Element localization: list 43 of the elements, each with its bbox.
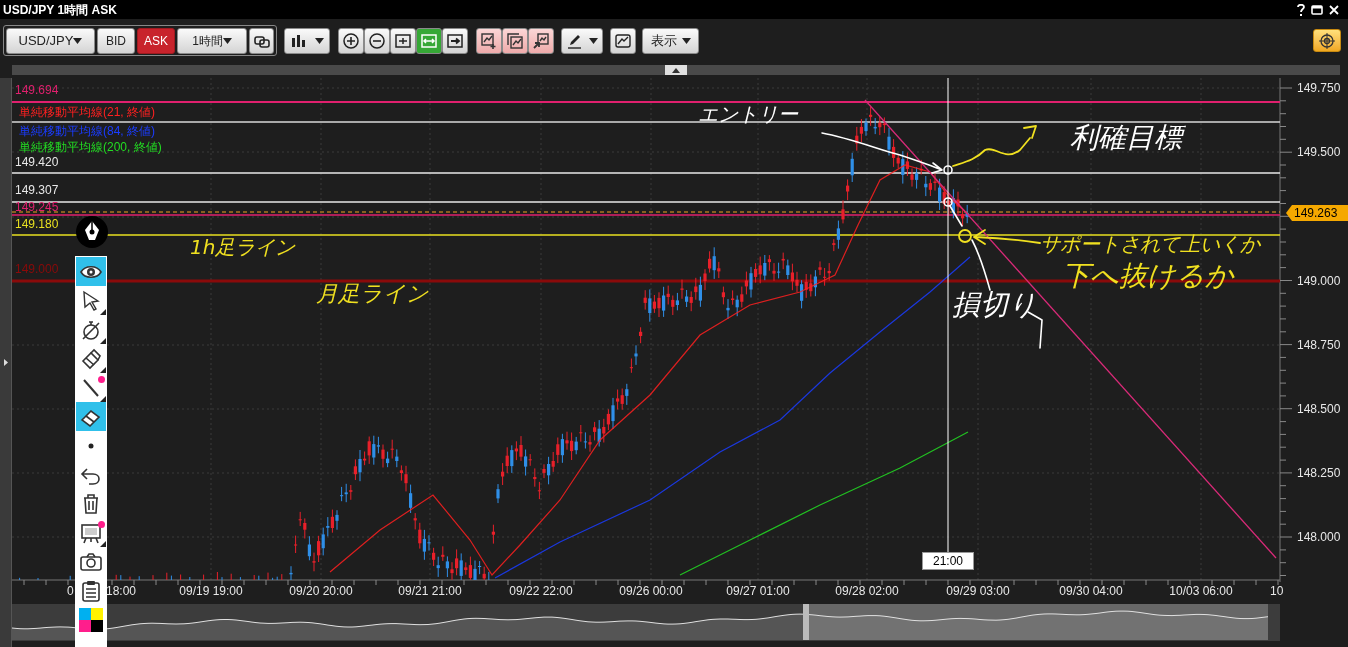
timeframe-dropdown[interactable]: 1時間 (177, 27, 247, 54)
handwritten-note: 1h足ライン (190, 237, 296, 257)
current-price-tag: 149.263 (1286, 205, 1348, 221)
price-axis-label: 148.250 (1297, 467, 1341, 479)
indicator-legend: 単純移動平均線(21, 終値) (19, 106, 155, 118)
price-axis-label: 148.000 (1297, 531, 1341, 543)
handwritten-note: 損切り (952, 291, 1037, 319)
handwritten-note: エントリー (698, 104, 798, 124)
price-level-label: 149.420 (15, 156, 59, 168)
time-axis-label: 10 (1270, 585, 1284, 597)
symbol-dropdown[interactable]: USD/JPY (6, 27, 95, 54)
price-level-label: 149.000 (15, 263, 59, 275)
price-axis-label: 149.750 (1297, 82, 1341, 94)
price-axis-label: 149.000 (1297, 275, 1341, 287)
display-menu-button[interactable]: 表示 (642, 27, 699, 54)
time-axis-label: 09/27 01:00 (726, 585, 790, 597)
handwritten-note: サポートされて上いくか (1040, 234, 1260, 254)
price-level-label: 149.694 (15, 84, 59, 96)
price-side-tab[interactable]: BID (97, 27, 135, 54)
time-axis-label: 09/19 19:00 (179, 585, 243, 597)
time-axis-label: 09/22 22:00 (509, 585, 573, 597)
price-level-label: 149.245 (15, 201, 59, 213)
crosshair-time-label: 21:00 (922, 552, 974, 570)
time-axis-label: 09/21 21:00 (398, 585, 462, 597)
time-axis-label: 0 (67, 585, 74, 597)
time-axis-label: 18:00 (106, 585, 137, 597)
time-axis-label: 09/30 04:00 (1059, 585, 1123, 597)
price-level-label: 149.307 (15, 184, 59, 196)
handwritten-note: 下へ抜けるか (1062, 262, 1234, 290)
price-level-label: 149.180 (15, 218, 59, 230)
handwritten-note: 月足ライン (316, 283, 429, 305)
price-axis-label: 149.500 (1297, 146, 1341, 158)
time-axis-label: 09/20 20:00 (289, 585, 353, 597)
time-axis-label: 09/26 00:00 (619, 585, 683, 597)
time-axis-label: 09/28 02:00 (835, 585, 899, 597)
time-axis-label: 09/29 03:00 (946, 585, 1010, 597)
indicator-legend: 単純移動平均線(200, 終値) (19, 141, 162, 153)
indicator-legend: 単純移動平均線(84, 終値) (19, 125, 155, 137)
price-axis-label: 148.500 (1297, 403, 1341, 415)
window-title: USD/JPY 1時間 ASK (3, 1, 117, 19)
time-axis-label: 10/03 06:00 (1169, 585, 1233, 597)
price-side-tab[interactable]: ASK (137, 27, 175, 54)
price-axis-label: 148.750 (1297, 339, 1341, 351)
